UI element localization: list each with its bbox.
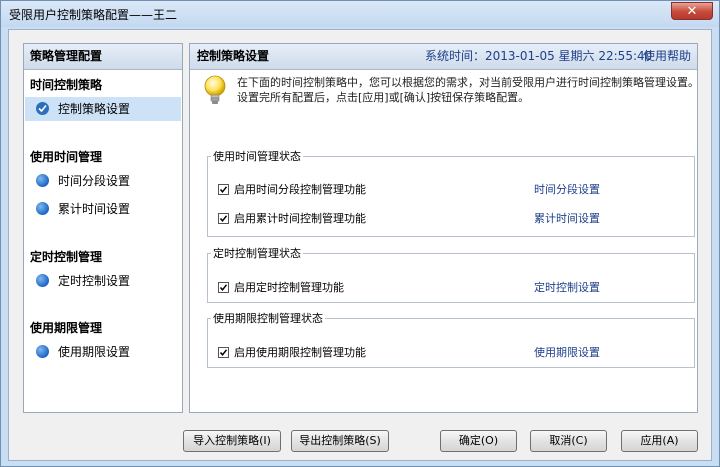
dialog-client-area: 策略管理配置 时间控制策略 控制策略设置 使用时间管理 时间分段设置 累计时间设… [8,29,712,461]
panel-header: 控制策略设置 系统时间：2013-01-05 星期六 22:55:40 使用帮助 [190,44,697,70]
usage-period-settings-link[interactable]: 使用期限设置 [534,344,600,362]
checkbox-label[interactable]: 启用累计时间控制管理功能 [234,210,366,228]
cumulative-time-checkbox[interactable] [218,213,229,224]
system-time: 系统时间：2013-01-05 星期六 22:55:40 [425,49,653,63]
check-circle-icon [36,102,49,115]
blue-bullet-icon [36,174,49,187]
blue-bullet-icon [36,274,49,287]
scheduled-control-checkbox[interactable] [218,282,229,293]
help-link[interactable]: 使用帮助 [643,44,691,69]
sidebar-item-label: 累计时间设置 [58,202,131,216]
group-legend: 使用期限控制管理状态 [213,312,323,325]
blue-bullet-icon [36,202,49,215]
cumulative-time-settings-link[interactable]: 累计时间设置 [534,210,600,228]
usage-period-checkbox[interactable] [218,347,229,358]
group-legend: 使用时间管理状态 [213,150,301,163]
intro-line: 在下面的时间控制策略中，您可以根据您的需求，对当前受限用户进行时间控制策略管理设… [237,76,699,89]
group-legend: 定时控制管理状态 [213,247,301,260]
export-policy-button[interactable]: 导出控制策略(S) [291,430,389,452]
checkbox-label[interactable]: 启用时间分段控制管理功能 [234,181,366,199]
scheduled-control-settings-link[interactable]: 定时控制设置 [534,279,600,297]
intro-text: 在下面的时间控制策略中，您可以根据您的需求，对当前受限用户进行时间控制策略管理设… [237,75,699,105]
usage-time-status-group: 使用时间管理状态 启用时间分段控制管理功能 时间分段设置 启用累计时间控制管理功… [207,148,695,237]
lightbulb-icon [204,75,226,104]
sidebar-item-label: 定时控制设置 [58,274,131,288]
sidebar-item-label: 时间分段设置 [58,174,131,188]
checkbox-label[interactable]: 启用使用期限控制管理功能 [234,344,366,362]
sidebar-item-label: 控制策略设置 [58,102,131,116]
ok-button[interactable]: 确定(O) [440,430,517,452]
sidebar-item-cumulative-time-settings[interactable]: 累计时间设置 [25,197,181,221]
sidebar-item-time-segment-settings[interactable]: 时间分段设置 [25,169,181,193]
window-title: 受限用户控制策略配置——王二 [9,8,178,22]
settings-panel: 控制策略设置 系统时间：2013-01-05 星期六 22:55:40 使用帮助 [189,43,699,413]
usage-period-status-group: 使用期限控制管理状态 启用使用期限控制管理功能 使用期限设置 [207,310,695,368]
sidebar-item-usage-period-settings[interactable]: 使用期限设置 [25,340,181,364]
panel-title: 控制策略设置 [197,49,270,63]
sidebar-group-time-control: 时间控制策略 [30,78,103,92]
title-bar[interactable]: 受限用户控制策略配置——王二 ✕ [1,1,719,27]
sidebar-header: 策略管理配置 [24,44,182,70]
close-button[interactable]: ✕ [671,2,713,20]
intro-line: 设置完所有配置后，点击[应用]或[确认]按钮保存策略配置。 [237,91,530,104]
sidebar-group-usage-period: 使用期限管理 [30,321,103,335]
sidebar-item-control-policy-settings[interactable]: 控制策略设置 [25,97,181,121]
time-segment-checkbox[interactable] [218,184,229,195]
checkbox-label[interactable]: 启用定时控制管理功能 [234,279,344,297]
time-segment-settings-link[interactable]: 时间分段设置 [534,181,600,199]
apply-button[interactable]: 应用(A) [621,430,698,452]
cancel-button[interactable]: 取消(C) [530,430,607,452]
policy-sidebar: 策略管理配置 时间控制策略 控制策略设置 使用时间管理 时间分段设置 累计时间设… [23,43,183,413]
sidebar-group-scheduled-control: 定时控制管理 [30,250,103,264]
scheduled-control-status-group: 定时控制管理状态 启用定时控制管理功能 定时控制设置 [207,245,695,303]
sidebar-item-scheduled-control-settings[interactable]: 定时控制设置 [25,269,181,293]
import-policy-button[interactable]: 导入控制策略(I) [183,430,281,452]
sidebar-item-label: 使用期限设置 [58,345,131,359]
app-window: 受限用户控制策略配置——王二 ✕ 策略管理配置 时间控制策略 控制策略设置 使用… [0,0,720,467]
blue-bullet-icon [36,345,49,358]
sidebar-group-usage-time: 使用时间管理 [30,150,103,164]
